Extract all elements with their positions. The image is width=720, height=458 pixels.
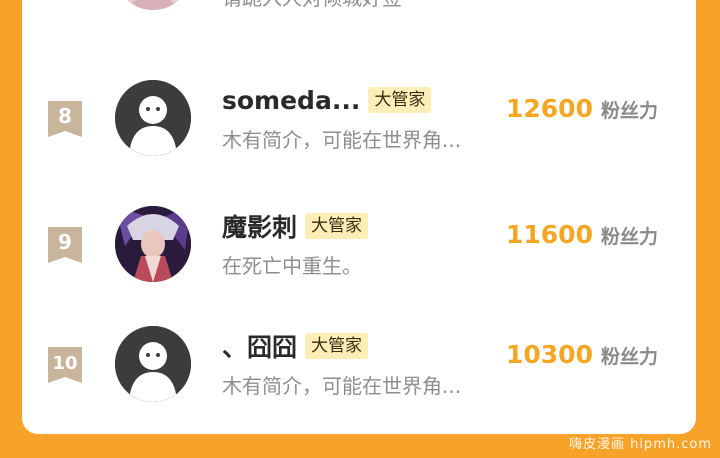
avatar[interactable] [115, 80, 191, 156]
score-value: 10300 [506, 340, 593, 369]
rank-number: 10 [52, 353, 78, 374]
score-unit: 粉丝力 [600, 100, 658, 122]
list-item[interactable]: 10 、囧囧 大管家 木有简介，可能在世界角... 10300 粉丝力 [22, 310, 696, 420]
fan-score: 10300 粉丝力 [506, 340, 658, 369]
user-name[interactable]: someda... [222, 86, 360, 115]
rank-badge: 10 [48, 347, 82, 383]
user-name[interactable]: 、囧囧 [222, 328, 297, 364]
avatar[interactable] [115, 206, 191, 282]
watermark: 嗨皮漫画 hipmh.com [568, 437, 712, 452]
user-intro: 木有简介，可能在世界角... [222, 374, 462, 398]
score-value: 12600 [506, 94, 593, 123]
avatar[interactable] [115, 326, 191, 402]
user-intro: 请跪入人对倾城好签 [222, 0, 402, 11]
fan-score: 11600 粉丝力 [506, 220, 658, 249]
rank-number: 8 [58, 104, 72, 128]
rank-badge: 9 [48, 227, 82, 263]
score-unit: 粉丝力 [600, 226, 658, 248]
list-item-partial[interactable]: 请跪入人对倾城好签 [22, 0, 696, 20]
role-badge: 大管家 [305, 213, 369, 239]
rank-number: 9 [58, 230, 72, 254]
fan-score: 12600 粉丝力 [506, 94, 658, 123]
default-avatar-icon [115, 326, 191, 402]
user-intro: 木有简介，可能在世界角... [222, 128, 462, 152]
score-unit: 粉丝力 [600, 346, 658, 368]
avatar[interactable] [115, 0, 191, 10]
role-badge: 大管家 [368, 87, 432, 113]
list-item[interactable]: 9 魔影刺 大管家 在死亡中重生。 11600 粉丝力 [22, 190, 696, 300]
user-intro: 在死亡中重生。 [222, 254, 362, 278]
default-avatar-icon [115, 80, 191, 156]
score-value: 11600 [506, 220, 593, 249]
list-item[interactable]: 8 someda... 大管家 木有简介，可能在世界角... 12600 粉丝力 [22, 64, 696, 174]
anime-avatar-icon [115, 206, 191, 282]
rank-badge: 8 [48, 101, 82, 137]
role-badge: 大管家 [305, 333, 369, 359]
user-name[interactable]: 魔影刺 [222, 208, 297, 244]
ranking-card: 请跪入人对倾城好签 8 someda... 大管家 木有简介，可能在世界角...… [22, 0, 696, 434]
